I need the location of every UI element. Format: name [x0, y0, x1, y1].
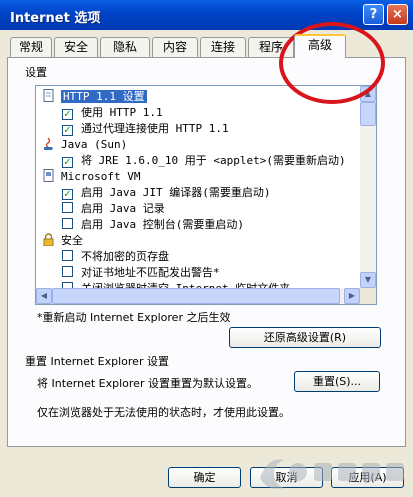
annotation-circle [279, 22, 385, 104]
setting-label: 对证书地址不匹配发出警告* [81, 266, 220, 279]
setting-use-http11[interactable]: ✓ 使用 HTTP 1.1 [62, 105, 163, 121]
checkbox-checked[interactable]: ✓ [62, 189, 73, 200]
restore-advanced-button[interactable]: 还原高级设置(R) [229, 327, 381, 348]
setting-label: 启用 Java 控制台(需要重启动) [81, 218, 244, 231]
reset-button[interactable]: 重置(S)... [294, 371, 380, 392]
scroll-right-icon[interactable]: ▶ [344, 288, 360, 304]
setting-jre-applet[interactable]: ✓ 将 JRE 1.6.0_10 用于 <applet>(需要重新启动) [62, 153, 346, 169]
setting-label: 启用 Java 记录 [81, 202, 165, 215]
setting-java-jit[interactable]: ✓ 启用 Java JIT 编译器(需要重启动) [62, 185, 270, 201]
category-label: 安全 [61, 234, 83, 247]
page-icon [42, 89, 55, 102]
category-java-sun[interactable]: Java (Sun) [42, 137, 127, 153]
vertical-scrollbar[interactable]: ▲ ▼ [360, 86, 376, 288]
window-title: Internet 选项 [10, 11, 101, 26]
vm-icon [42, 169, 55, 182]
tab-privacy[interactable]: 隐私 [100, 37, 150, 57]
checkbox-unchecked[interactable] [62, 250, 73, 261]
tab-connections[interactable]: 连接 [200, 37, 246, 57]
horizontal-scrollbar[interactable]: ◀ ▶ [36, 288, 360, 304]
tab-security[interactable]: 安全 [54, 37, 98, 57]
settings-tree[interactable]: HTTP 1.1 设置 ✓ 使用 HTTP 1.1 ✓ 通过代理连接使用 HTTP … [35, 85, 377, 305]
reset-description: 将 Internet Explorer 设置重置为默认设置。 [37, 377, 258, 390]
setting-label: 将 JRE 1.6.0_10 用于 <applet>(需要重新启动) [81, 154, 346, 167]
setting-no-save-encrypted[interactable]: 不将加密的页存盘 [62, 249, 169, 265]
setting-http11-proxy[interactable]: ✓ 通过代理连接使用 HTTP 1.1 [62, 121, 229, 137]
tab-content[interactable]: 内容 [152, 37, 198, 57]
java-icon [42, 137, 55, 150]
ok-button[interactable]: 确定 [168, 467, 241, 488]
setting-label: 使用 HTTP 1.1 [81, 106, 163, 119]
scroll-down-icon[interactable]: ▼ [360, 272, 376, 288]
checkbox-checked[interactable]: ✓ [62, 157, 73, 168]
setting-label: 启用 Java JIT 编译器(需要重启动) [81, 186, 271, 199]
reset-footnote: 仅在浏览器处于无法使用的状态时，才使用此设置。 [37, 406, 290, 419]
setting-label: 不将加密的页存盘 [81, 250, 169, 263]
category-security[interactable]: 安全 [42, 233, 83, 249]
category-label: Java (Sun) [61, 138, 128, 151]
category-microsoft-vm[interactable]: Microsoft VM [42, 169, 140, 185]
tab-general[interactable]: 常规 [10, 37, 52, 57]
settings-group-label: 设置 [25, 66, 47, 79]
setting-label: 通过代理连接使用 HTTP 1.1 [81, 122, 229, 135]
close-icon: × [392, 7, 403, 22]
setting-java-console[interactable]: 启用 Java 控制台(需要重启动) [62, 217, 244, 233]
category-http11[interactable]: HTTP 1.1 设置 [42, 89, 147, 105]
setting-java-logging[interactable]: 启用 Java 记录 [62, 201, 165, 217]
watermark-logo [260, 459, 404, 489]
setting-cert-mismatch[interactable]: 对证书地址不匹配发出警告* [62, 265, 220, 281]
restart-note: *重新启动 Internet Explorer 之后生效 [37, 311, 231, 324]
checkbox-unchecked[interactable] [62, 218, 73, 229]
checkbox-unchecked[interactable] [62, 202, 73, 213]
checkbox-unchecked[interactable] [62, 266, 73, 277]
horizontal-scroll-thumb[interactable] [52, 288, 340, 304]
category-label: HTTP 1.1 设置 [61, 90, 147, 103]
close-button[interactable]: × [387, 4, 408, 25]
lock-icon [42, 233, 55, 247]
checkbox-checked[interactable]: ✓ [62, 109, 73, 120]
scrollbar-corner [360, 288, 376, 304]
tab-advanced[interactable]: 高级 [294, 34, 346, 58]
scroll-left-icon[interactable]: ◀ [36, 288, 52, 304]
category-label: Microsoft VM [61, 170, 141, 183]
reset-heading: 重置 Internet Explorer 设置 [25, 355, 169, 368]
checkbox-checked[interactable]: ✓ [62, 125, 73, 136]
